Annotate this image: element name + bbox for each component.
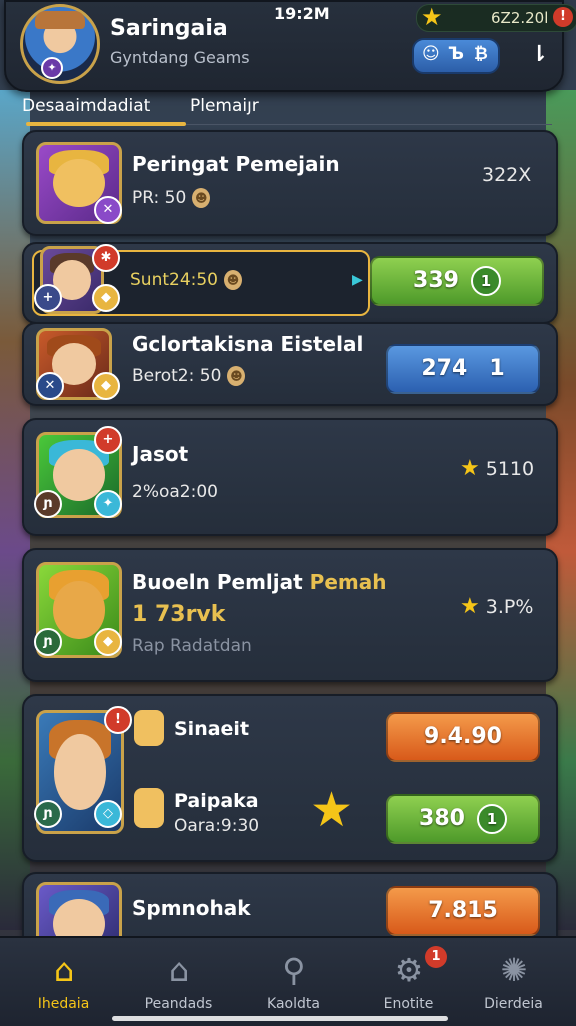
star-badge-icon: ✱ (92, 244, 120, 272)
nav-label: Peandads (144, 996, 213, 1012)
card-title: Jasot (132, 442, 189, 466)
cog-icon: ✺ (500, 951, 528, 989)
card-subtitle: Rap Radatdan (132, 636, 252, 656)
nav-item-kaoldta[interactable]: ⚲ Kaoldta (236, 938, 351, 1026)
card-score: ★ 5110 (460, 456, 535, 481)
card-title: Peringat Pemejain (132, 152, 340, 176)
coin-icon: ☻ (192, 188, 211, 208)
nav-label: Dierdeia (484, 996, 543, 1012)
leaderboard-card[interactable]: ✕ Peringat Pemejain PR: 50 ☻ 322X (22, 130, 558, 236)
leaderboard-card[interactable]: ɲ ◆ Buoeln Pemljat Pemah 1 73rvk Rap Rad… (22, 548, 558, 682)
coin-icon: ☻ (227, 366, 246, 386)
card-title: Gclortakisna Eistelal (132, 332, 364, 356)
top-header: ✦ Saringaia Gyntdang Geams 19:2M ★ 6Z2.2… (4, 0, 576, 92)
highlight-row[interactable]: ✱ + ◆ Sunt24:50 ☻ ▶ (32, 244, 370, 316)
avatar-badge-icon: ✦ (41, 57, 63, 79)
class-badge-icon: ɲ (34, 628, 62, 656)
gem-badge-icon: ◆ (92, 372, 120, 400)
tab-plemair[interactable]: Plemaiյr (190, 96, 259, 116)
link-icon[interactable]: ⇂ (530, 42, 548, 67)
class-badge-icon: ✕ (94, 196, 122, 224)
active-tab-indicator (26, 122, 186, 126)
nav-item-peandads[interactable]: ⌂ Peandads (121, 938, 236, 1026)
player-name: Saringaia (110, 16, 228, 41)
card-subtitle: Sunt24:50 ☻ (130, 270, 242, 290)
alert-icon[interactable]: ! (553, 7, 573, 27)
pill-left-icon: ☺ (422, 44, 440, 64)
mini-avatar (134, 710, 164, 746)
leaderboard-card[interactable]: + ɲ ✦ Jasot 2%oa2:00 ★ 5110 (22, 418, 558, 536)
tab-desaaimdadiat[interactable]: Desaaimdadiat (22, 96, 150, 116)
card-score: 322X (482, 164, 532, 186)
nav-label: Kaoldta (267, 996, 320, 1012)
card-subtitle: 2%oa2:00 (132, 482, 218, 502)
spark-badge-icon: ✦ (94, 490, 122, 518)
card-subtitle: PR: 50 ☻ (132, 188, 211, 208)
row-name: Sinaeit (174, 718, 250, 740)
card-score: ★ 3.P% (460, 594, 534, 619)
pill-mid-icon: Ъ (448, 44, 464, 64)
home-indicator (112, 1016, 448, 1021)
gem-badge-icon: ◆ (94, 628, 122, 656)
star-icon: ★ (460, 456, 480, 481)
player-subtitle: Gyntdang Geams (110, 48, 250, 67)
mini-avatar (134, 788, 164, 828)
search-icon: ⚲ (282, 951, 306, 989)
currency-display[interactable]: ★ 6Z2.20l ! (416, 3, 576, 32)
currency-value: 6Z2.20l (491, 9, 549, 27)
row-name: Paipaka (174, 790, 259, 812)
notification-badge: 1 (425, 946, 447, 968)
gem-badge-icon: ◆ (92, 284, 120, 312)
coin-icon: ☻ (224, 270, 242, 290)
player-avatar[interactable]: ✦ (20, 4, 100, 84)
nav-label: Ihedaia (37, 996, 90, 1012)
avatar-hat (35, 11, 85, 29)
bottom-nav: ⌂ Ihedaia ⌂ Peandads ⚲ Kaoldta ⚙ 1 Enoti… (0, 936, 576, 1026)
house-icon: ⌂ (168, 951, 190, 989)
star-icon: ★ (421, 3, 443, 31)
class-badge-icon: ɲ (34, 800, 62, 828)
spark-badge-icon: ◇ (94, 800, 122, 828)
claim-button[interactable]: 339 1 (370, 256, 544, 306)
alert-badge-icon: ! (104, 706, 132, 734)
card-title: Buoeln Pemljat Pemah (132, 570, 387, 594)
social-pill[interactable]: ☺ Ъ ₿ (412, 38, 500, 74)
status-time: 19:2M (274, 4, 330, 23)
row-subtitle: Oara:9:30 (174, 816, 260, 836)
nav-item-home[interactable]: ⌂ Ihedaia (6, 938, 121, 1026)
class-badge-icon: ɲ (34, 490, 62, 518)
action-button[interactable]: 274 1 (386, 344, 540, 394)
nav-label: Enotite (383, 996, 434, 1012)
card-subtitle: Berot2: 50 ☻ (132, 366, 246, 386)
arrow-right-icon: ▶ (352, 272, 363, 288)
card-rank: 1 73rvk (132, 602, 226, 627)
pill-right-icon: ₿ (474, 44, 488, 64)
claim-button[interactable]: 380 1 (386, 794, 540, 844)
plus-badge-icon: + (94, 426, 122, 454)
reward-button[interactable]: 9.4.90 (386, 712, 540, 762)
star-icon: ★ (460, 594, 480, 619)
star-icon: ★ (310, 782, 354, 838)
class-badge-icon: ✕ (36, 372, 64, 400)
nav-item-enotite[interactable]: ⚙ 1 Enotite (351, 938, 466, 1026)
home-icon: ⌂ (53, 951, 75, 989)
nav-item-dierdeia[interactable]: ✺ Dierdeia (456, 938, 571, 1026)
tab-bar: Desaaimdadiat Plemaiյr (22, 92, 554, 128)
card-title: Spmnohak (132, 896, 251, 920)
reward-button[interactable]: 7.815 (386, 886, 540, 936)
plus-badge-icon: + (34, 284, 62, 312)
